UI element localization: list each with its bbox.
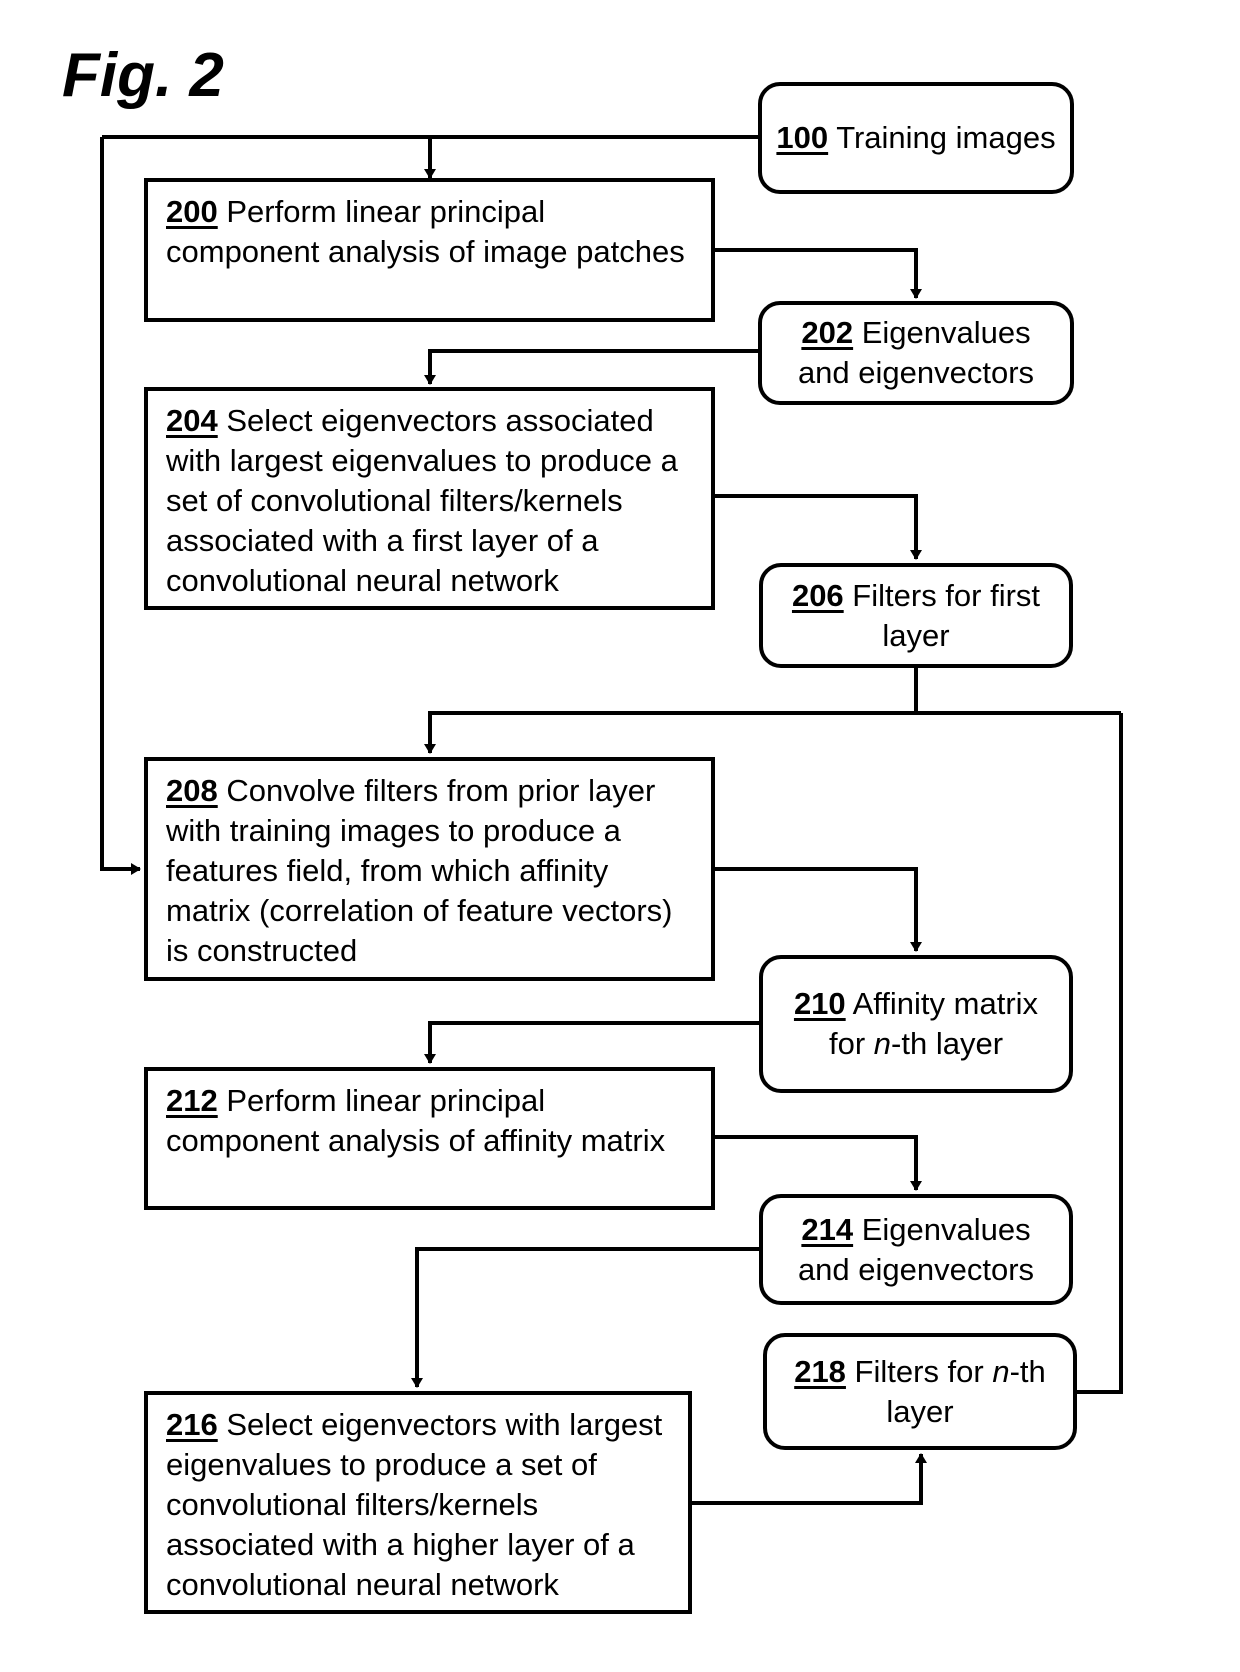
node-210-affinity-matrix: 210 Affinity matrix for n-th layer [759,955,1073,1093]
ref-number: 212 [166,1083,218,1118]
node-text-italic: n [873,1026,892,1061]
node-200-pca-image-patches: 200 Perform linear principal component a… [144,178,715,322]
ref-number: 208 [166,773,218,808]
node-212-pca-affinity: 212 Perform linear principal component a… [144,1067,715,1210]
node-218-filters-nth-layer: 218 Filters for n-th layer [763,1333,1077,1450]
node-text: -th layer [891,1026,1004,1061]
node-208-convolve-filters: 208 Convolve filters from prior layer wi… [144,757,715,981]
edge-204-206 [715,494,922,560]
node-214-eigen: 214 Eigenvalues and eigenvectors [759,1194,1073,1305]
edge-210-212 [424,1021,759,1064]
edge-100-208 [100,137,141,875]
ref-number: 216 [166,1407,218,1442]
edge-216-218 [692,1453,927,1505]
ref-number: 202 [801,315,854,350]
node-text: Convolve filters from prior layer with t… [166,773,673,968]
node-text: Perform linear principal component analy… [166,194,685,269]
ref-number: 210 [793,986,846,1021]
node-202-eigen: 202 Eigenvalues and eigenvectors [758,301,1074,405]
node-text-italic: n [992,1353,1010,1389]
ref-number: 100 [776,120,829,155]
node-text: Training images [828,120,1056,155]
node-206-filters-first-layer: 206 Filters for first layer [759,563,1073,668]
edge-212-214 [715,1135,922,1191]
node-text: Select eigenvectors with largest eigenva… [166,1407,663,1602]
node-216-select-eigenvectors-higher: 216 Select eigenvectors with largest eig… [144,1391,692,1614]
ref-number: 206 [791,577,844,613]
node-text: Perform linear principal component analy… [166,1083,666,1158]
node-text: Filters for first layer [843,577,1041,653]
edge-214-216 [411,1247,759,1388]
node-text: Select eigenvectors associated with larg… [166,403,678,598]
edge-218-208 [1077,713,1123,1394]
edge-200-202 [715,248,922,299]
ref-number: 204 [166,403,218,438]
edge-202-204 [424,349,758,385]
node-text: Filters for [845,1353,993,1389]
ref-number: 200 [166,194,218,229]
ref-number: 214 [801,1211,854,1247]
edge-206-208-bus [424,711,1121,754]
edge-208-210 [715,867,922,952]
ref-number: 218 [794,1353,846,1389]
node-100-training-images: 100 Training images [758,82,1074,194]
node-204-select-eigenvectors: 204 Select eigenvectors associated with … [144,387,715,610]
